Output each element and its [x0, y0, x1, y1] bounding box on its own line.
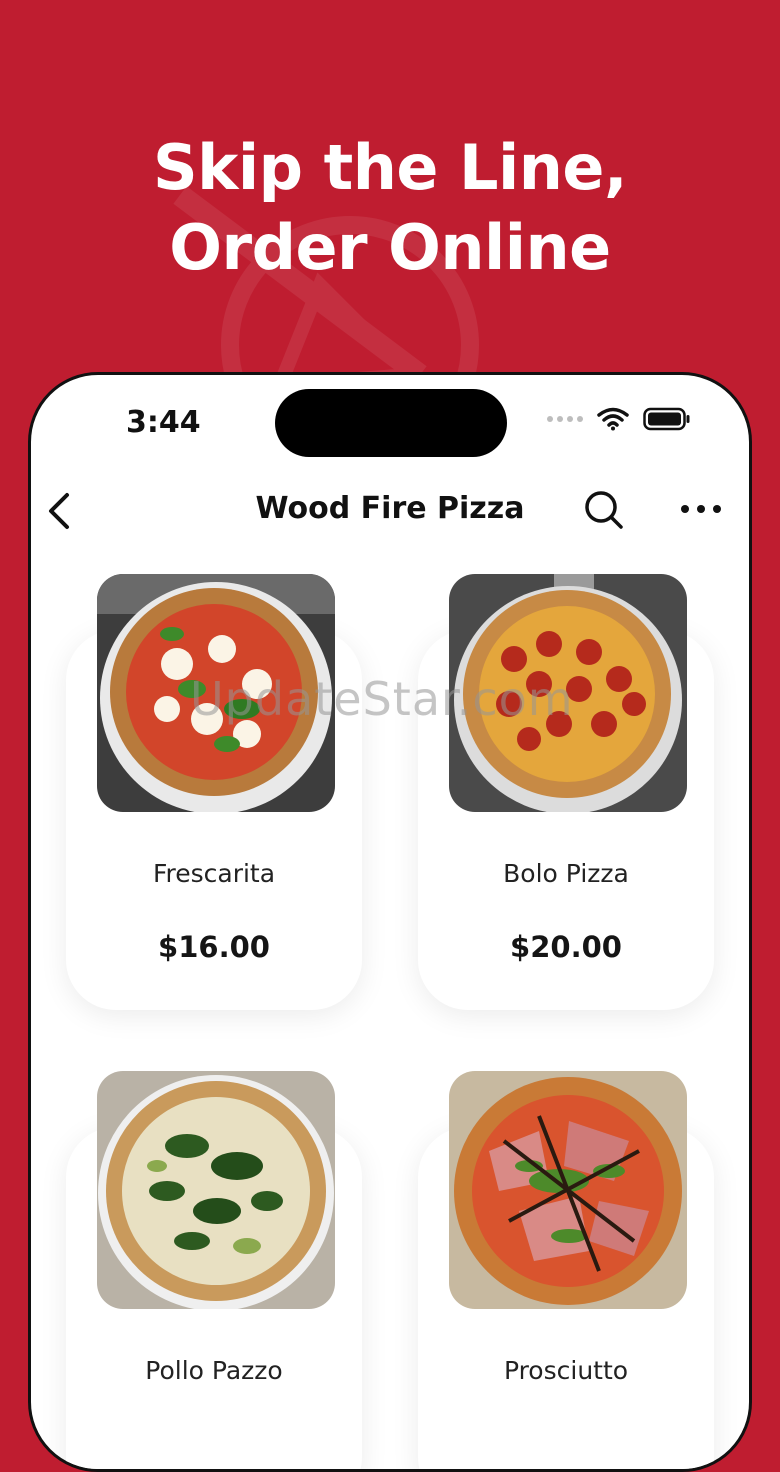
page-title: Wood Fire Pizza [255, 491, 525, 526]
promo-line-2: Order Online [169, 211, 611, 284]
cellular-icon [547, 416, 583, 422]
product-name: Pollo Pazzo [145, 1356, 283, 1385]
product-name: Frescarita [152, 859, 276, 888]
promo-headline: Skip the Line, Order Online [0, 128, 780, 288]
product-name: Bolo Pizza [503, 859, 629, 888]
phone-frame: 3:44 Wood Fire Pizza Frescarita $16.00 B… [28, 372, 752, 1472]
status-time: 3:44 [126, 405, 201, 440]
promo-line-1: Skip the Line, [152, 131, 628, 204]
status-icons [547, 407, 691, 431]
product-price: $16.00 [158, 930, 270, 964]
wifi-icon [597, 407, 629, 431]
product-price: $20.00 [510, 930, 622, 964]
dynamic-island [275, 389, 507, 457]
search-icon[interactable] [583, 489, 625, 531]
more-horizontal-icon[interactable] [679, 499, 723, 519]
battery-icon [643, 407, 690, 431]
product-image-pollo-pazzo[interactable] [97, 1071, 335, 1309]
product-image-prosciutto[interactable] [449, 1071, 687, 1309]
navigation-bar: Wood Fire Pizza [31, 475, 749, 545]
watermark-text: UpdateStar.com [190, 672, 574, 726]
product-name: Prosciutto [503, 1356, 629, 1385]
